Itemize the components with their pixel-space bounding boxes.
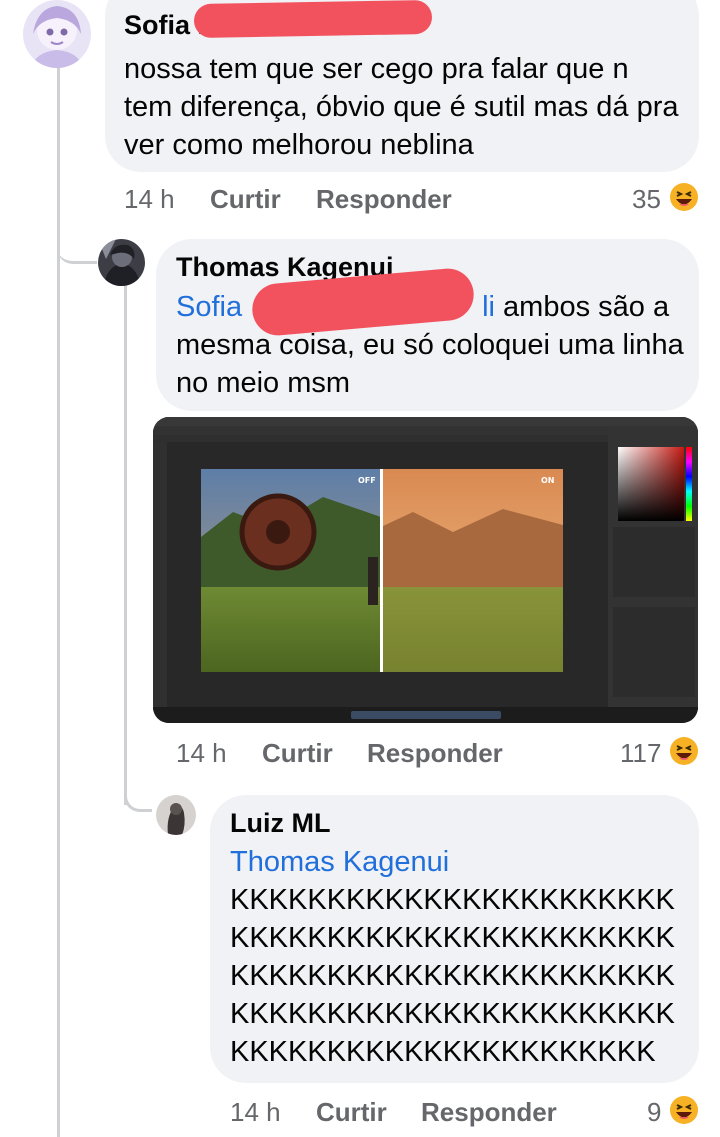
avatar-luiz-image [156, 795, 196, 835]
avatar-thomas[interactable] [98, 239, 145, 286]
attached-screenshot[interactable]: OFF ON [153, 417, 698, 723]
comment-author-luiz[interactable]: Luiz ML [230, 808, 330, 839]
avatar-thomas-image [98, 239, 145, 286]
reaction-count-thomas[interactable]: 117 [620, 738, 661, 769]
thread-line-reply-1 [124, 285, 127, 805]
reply-button-thomas[interactable]: Responder [367, 738, 503, 769]
comment-time-sofia[interactable]: 14 h [124, 184, 175, 215]
reply-button-luiz[interactable]: Responder [421, 1097, 557, 1128]
redaction-mark [193, 0, 433, 39]
like-button-sofia[interactable]: Curtir [210, 184, 281, 215]
like-button-luiz[interactable]: Curtir [316, 1097, 387, 1128]
mention-thomas[interactable]: Thomas Kagenui [230, 843, 449, 881]
laugh-line: KKKKKKKKKKKKKKKKKKKKKK [230, 1036, 656, 1068]
image-label-on: ON [541, 476, 555, 485]
avatar-sofia-image [23, 0, 91, 68]
comment-text-sofia: nossa tem que ser cego pra falar que n t… [124, 53, 679, 161]
haha-emoji-icon[interactable] [669, 736, 699, 766]
reply-button-sofia[interactable]: Responder [316, 184, 452, 215]
avatar-sofia[interactable] [23, 0, 91, 68]
mention-sofia-end[interactable]: li [482, 291, 495, 323]
laugh-line: KKKKKKKKKKKKKKKKKKKKKKK [230, 998, 675, 1030]
laugh-line: KKKKKKKKKKKKKKKKKKKKKKK [230, 960, 675, 992]
comment-time-luiz[interactable]: 14 h [230, 1097, 281, 1128]
reaction-count-luiz[interactable]: 9 [647, 1097, 661, 1128]
image-label-off: OFF [358, 476, 376, 485]
thread-elbow-reply-2 [124, 780, 152, 812]
comment-time-thomas[interactable]: 14 h [176, 738, 227, 769]
laugh-line: KKKKKKKKKKKKKKKKKKKKKKK [230, 922, 675, 954]
thread-elbow-reply-1 [57, 228, 97, 264]
photoshop-window-image: OFF ON [153, 417, 698, 723]
avatar-luiz[interactable] [156, 795, 196, 835]
reaction-count-sofia[interactable]: 35 [632, 184, 661, 215]
mention-sofia[interactable]: Sofia [176, 291, 242, 323]
laugh-line: KKKKKKKKKKKKKKKKKKKKKKK [230, 884, 675, 916]
like-button-thomas[interactable]: Curtir [262, 738, 333, 769]
haha-emoji-icon[interactable] [669, 1095, 699, 1125]
haha-emoji-icon[interactable] [669, 182, 699, 212]
